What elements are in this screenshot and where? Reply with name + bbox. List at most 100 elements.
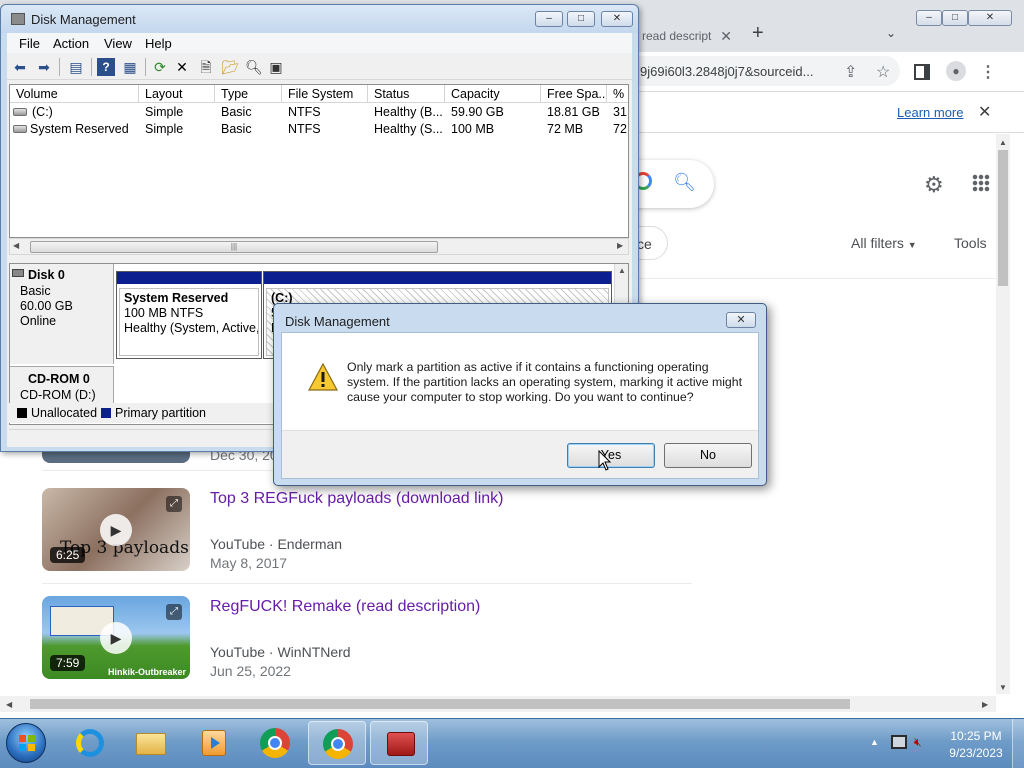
result-date: Jun 25, 2022 <box>210 663 291 679</box>
video-duration: 7:59 <box>50 655 86 671</box>
result-source: YouTube · Enderman <box>210 536 343 552</box>
cell-capacity: 59.90 GB <box>451 105 504 119</box>
bookmark-star-icon[interactable]: ☆ <box>876 62 890 82</box>
new-tab-button[interactable]: + <box>752 22 764 45</box>
result-channel: WinNTNerd <box>277 644 351 660</box>
video-thumbnail[interactable]: Hinkik-Outbreaker ▶ 7:59 ⤢ <box>42 596 190 679</box>
profile-icon[interactable]: ● <box>946 61 966 81</box>
taskbar-chrome-running[interactable] <box>308 721 366 765</box>
search-icon[interactable]: 🔍︎ <box>673 172 696 193</box>
expand-icon: ⤢ <box>166 604 182 620</box>
network-icon[interactable] <box>891 735 907 749</box>
tab-search-icon[interactable]: ⌄ <box>886 26 896 40</box>
chrome-tab-title: read descript <box>642 29 712 43</box>
menu-view[interactable]: View <box>104 36 132 51</box>
google-apps-icon[interactable] <box>972 174 990 192</box>
volume-muted-icon[interactable]: 🔇︎ <box>914 735 930 749</box>
menu-help[interactable]: Help <box>145 36 172 51</box>
volume-list-header: Volume Layout Type File System Status Ca… <box>10 85 628 103</box>
legend-unallocated: Unallocated <box>31 406 98 420</box>
refresh-icon[interactable]: ⟳ <box>151 58 169 76</box>
scroll-up-icon[interactable]: ▲ <box>618 266 626 275</box>
horizontal-scrollbar[interactable]: ◀ ||| ▶ <box>9 238 629 255</box>
show-desktop-button[interactable] <box>1012 719 1024 768</box>
disk-0-label[interactable]: Disk 0 Basic 60.00 GB Online <box>10 264 114 364</box>
taskbar-internet-explorer[interactable] <box>60 721 118 765</box>
infobar-close-icon[interactable]: ✕ <box>978 102 991 122</box>
back-arrow-icon[interactable]: ⬅ <box>11 58 29 76</box>
menu-action[interactable]: Action <box>53 36 89 51</box>
search-icon[interactable]: 🔍︎ <box>245 58 263 76</box>
partition-system-reserved[interactable]: System Reserved 100 MB NTFS Healthy (Sys… <box>116 271 262 359</box>
media-player-icon <box>202 730 226 756</box>
learn-more-link[interactable]: Learn more <box>897 105 963 120</box>
scroll-down-icon[interactable]: ▼ <box>999 683 1007 692</box>
delete-icon[interactable]: ✕ <box>173 58 191 76</box>
dialog-close-button[interactable]: ✕ <box>726 312 756 328</box>
video-thumbnail[interactable]: Top 3 payloads ▶ 6:25 ⤢ <box>42 488 190 571</box>
open-folder-icon[interactable]: 📂︎ <box>221 58 239 76</box>
column-volume[interactable]: Volume <box>10 85 139 103</box>
close-button[interactable]: ✕ <box>601 11 633 27</box>
scroll-up-icon[interactable]: ▲ <box>999 138 1007 147</box>
tools-button[interactable]: Tools <box>954 235 987 251</box>
properties-icon[interactable]: 🗎 <box>197 58 215 76</box>
minimize-button[interactable]: – <box>535 11 563 27</box>
maximize-button[interactable]: □ <box>567 11 595 27</box>
column-status[interactable]: Status <box>368 85 445 103</box>
expand-icon: ⤢ <box>166 496 182 512</box>
result-title-link[interactable]: Top 3 REGFuck payloads (download link) <box>210 490 503 508</box>
chrome-tab[interactable]: read descript ✕ <box>630 22 740 52</box>
scroll-right-icon[interactable]: ▶ <box>617 241 623 250</box>
cell-type: Basic <box>221 105 252 119</box>
show-hidden-icons-icon[interactable]: ▲ <box>870 737 879 747</box>
scrollbar-thumb[interactable]: ||| <box>30 241 438 253</box>
cell-free-space: 72 MB <box>547 122 584 136</box>
help-icon[interactable]: ? <box>97 58 115 76</box>
view-options-icon[interactable]: ▣ <box>267 58 285 76</box>
table-row[interactable]: System Reserved Simple Basic NTFS Health… <box>10 121 628 138</box>
scroll-left-icon[interactable]: ◀ <box>13 241 19 250</box>
side-panel-icon[interactable] <box>914 64 930 80</box>
scroll-right-icon[interactable]: ▶ <box>982 700 988 709</box>
clock-date[interactable]: 9/23/2023 <box>944 746 1008 760</box>
partition-status: Healthy (System, Active, <box>124 321 259 335</box>
scrollbar-thumb[interactable] <box>30 699 850 709</box>
chrome-menu-icon[interactable]: ⋮ <box>980 62 996 82</box>
gear-icon[interactable]: ⚙ <box>924 172 944 198</box>
taskbar-chrome-pinned[interactable] <box>246 721 304 765</box>
tab-close-icon[interactable]: ✕ <box>720 28 732 45</box>
properties-pane-icon[interactable]: ▦ <box>121 58 139 76</box>
result-title-link[interactable]: RegFUCK! Remake (read description) <box>210 598 480 616</box>
show-hide-tree-icon[interactable]: ▤ <box>67 58 85 76</box>
column-free-space[interactable]: Free Spa... <box>541 85 607 103</box>
chrome-maximize-button[interactable]: □ <box>942 10 968 26</box>
forward-arrow-icon[interactable]: ➡ <box>35 58 53 76</box>
confirm-dialog: Disk Management ✕ Only mark a partition … <box>273 303 767 486</box>
cell-layout: Simple <box>145 122 184 136</box>
taskbar-disk-management[interactable] <box>370 721 428 765</box>
column-file-system[interactable]: File System <box>282 85 368 103</box>
table-row[interactable]: (C:) Simple Basic NTFS Healthy (B... 59.… <box>10 104 628 121</box>
chrome-close-button[interactable]: ✕ <box>968 10 1012 26</box>
scrollbar-thumb[interactable] <box>998 150 1008 286</box>
drive-icon <box>13 108 27 116</box>
share-icon[interactable]: ⇪ <box>844 62 857 82</box>
scroll-left-icon[interactable]: ◀ <box>6 700 12 709</box>
column-type[interactable]: Type <box>215 85 282 103</box>
clock-time[interactable]: 10:25 PM <box>946 729 1006 743</box>
menu-file[interactable]: File <box>19 36 40 51</box>
window-titlebar[interactable]: Disk Management – □ ✕ <box>1 5 638 33</box>
all-filters-button[interactable]: All filters ▼ <box>851 235 917 251</box>
toolbar-separator <box>145 58 146 76</box>
chrome-minimize-button[interactable]: – <box>916 10 942 26</box>
start-button[interactable] <box>6 723 46 763</box>
column-capacity[interactable]: Capacity <box>445 85 541 103</box>
no-button[interactable]: No <box>664 443 752 468</box>
column-layout[interactable]: Layout <box>139 85 215 103</box>
taskbar-explorer[interactable] <box>122 721 180 765</box>
column-percent-free[interactable]: % F <box>607 85 628 103</box>
result-date: May 8, 2017 <box>210 555 288 571</box>
taskbar-media-player[interactable] <box>184 721 242 765</box>
chrome-icon <box>323 729 353 759</box>
